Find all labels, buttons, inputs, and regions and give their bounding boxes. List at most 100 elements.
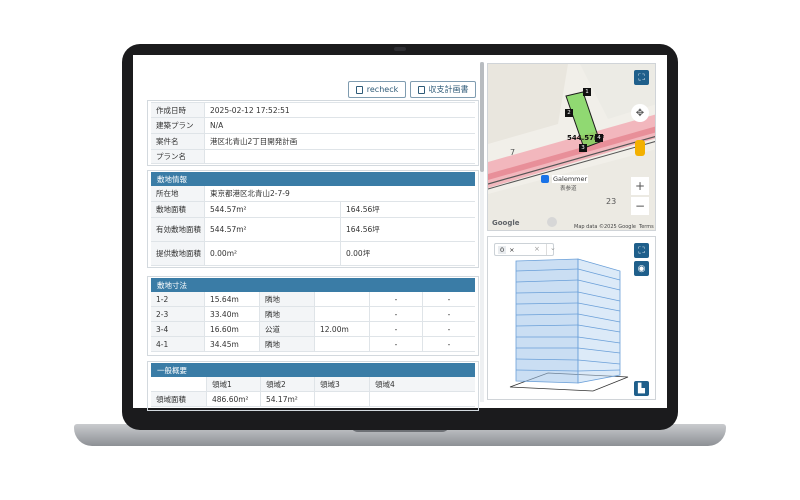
floor-chip: 0 bbox=[498, 245, 507, 254]
dim-col6: - bbox=[422, 292, 475, 306]
dim-width: 12.00m bbox=[314, 322, 369, 336]
dim-type: 隣地 bbox=[259, 307, 314, 321]
zoom-in-button[interactable]: + bbox=[631, 177, 649, 195]
provided-area-tsubo: 0.00坪 bbox=[340, 242, 475, 265]
general-summary-header: 一般概要 bbox=[151, 363, 475, 377]
map-pan-icon[interactable]: ✥ bbox=[631, 104, 649, 122]
site-dimensions-header: 敷地寸法 bbox=[151, 278, 475, 292]
region-area-value bbox=[314, 392, 369, 406]
zoom-out-button[interactable]: − bbox=[631, 197, 649, 215]
info-value bbox=[204, 150, 475, 163]
dim-length: 34.45m bbox=[204, 337, 259, 351]
dimension-row: 1-2 15.64m 隣地 - - bbox=[151, 292, 475, 307]
dim-col5: - bbox=[369, 322, 422, 336]
dim-type: 隣地 bbox=[259, 337, 314, 351]
document-search-icon bbox=[355, 85, 363, 94]
recheck-label: recheck bbox=[366, 85, 399, 94]
effective-area-label: 有効敷地面積 bbox=[151, 218, 204, 241]
dim-col5: - bbox=[369, 307, 422, 321]
chevron-down-icon[interactable]: ⌄ bbox=[550, 244, 556, 252]
map-view[interactable]: 7 23 544.57m² 1 2 3 4 Galemmer 表参道 ⛶ ✥ +… bbox=[487, 63, 656, 231]
info-label: 作成日時 bbox=[151, 103, 204, 117]
building-3d-viewer[interactable]: 0 × × ⌄ ⛶ ◉ ▙ bbox=[487, 236, 656, 400]
dim-width bbox=[314, 307, 369, 321]
site-area-label: 敷地面積 bbox=[151, 202, 204, 217]
budget-plan-button[interactable]: 収支計画書 bbox=[410, 81, 476, 98]
camera bbox=[394, 47, 406, 51]
info-row: プラン名 bbox=[151, 150, 475, 164]
address-label: 所在地 bbox=[151, 186, 204, 201]
dim-edge: 1-2 bbox=[151, 292, 204, 306]
scrollbar-thumb[interactable] bbox=[480, 62, 484, 172]
provided-area-label: 提供敷地面積 bbox=[151, 242, 204, 265]
address-value: 東京都港区北青山2-7-9 bbox=[204, 186, 475, 201]
provided-area-row: 提供敷地面積 0.00m² 0.00坪 bbox=[151, 242, 475, 266]
transit-icon bbox=[541, 175, 549, 183]
dim-length: 33.40m bbox=[204, 307, 259, 321]
dim-length: 15.64m bbox=[204, 292, 259, 306]
info-label: プラン名 bbox=[151, 150, 204, 163]
parcel-point-2[interactable]: 2 bbox=[565, 109, 573, 117]
info-value: N/A bbox=[204, 118, 475, 133]
document-icon bbox=[417, 85, 425, 94]
site-area-m2: 544.57m² bbox=[204, 202, 340, 217]
region-corner bbox=[151, 377, 206, 391]
viewer-fullscreen-icon[interactable]: ⛶ bbox=[634, 243, 649, 258]
dim-col6: - bbox=[422, 307, 475, 321]
dimension-row: 2-3 33.40m 隣地 - - bbox=[151, 307, 475, 322]
parcel-point-4[interactable]: 4 bbox=[595, 134, 603, 142]
info-row: 建築プラン N/A bbox=[151, 118, 475, 134]
dim-type: 隣地 bbox=[259, 292, 314, 306]
dim-edge: 4-1 bbox=[151, 337, 204, 351]
floor-select[interactable]: 0 × bbox=[494, 243, 554, 256]
address-row: 所在地 東京都港区北青山2-7-9 bbox=[151, 186, 475, 202]
info-label: 案件名 bbox=[151, 134, 204, 149]
region-area-value bbox=[369, 392, 475, 406]
region-area-value: 486.60m² bbox=[206, 392, 260, 406]
info-value: 2025-02-12 17:52:51 bbox=[204, 103, 475, 117]
select-divider bbox=[546, 244, 547, 255]
chip-remove-icon[interactable]: × bbox=[509, 246, 514, 254]
clear-select-icon[interactable]: × bbox=[534, 245, 540, 253]
dim-type: 公道 bbox=[259, 322, 314, 336]
recheck-button[interactable]: recheck bbox=[348, 81, 406, 98]
station-label: Galemmer bbox=[552, 175, 589, 183]
map-block-23: 23 bbox=[606, 197, 617, 206]
effective-area-row: 有効敷地面積 544.57m² 164.56坪 bbox=[151, 218, 475, 242]
map-terms-link[interactable]: Terms bbox=[639, 224, 654, 230]
street-view-pegman-icon[interactable] bbox=[635, 140, 645, 156]
effective-area-m2: 544.57m² bbox=[204, 218, 340, 241]
region-area-value: 54.17m² bbox=[260, 392, 314, 406]
dim-col5: - bbox=[369, 337, 422, 351]
region-header-row: 領域1 領域2 領域3 領域4 bbox=[151, 377, 475, 392]
google-logo: Google bbox=[492, 219, 520, 227]
region-header: 領域1 bbox=[206, 377, 260, 391]
region-header: 領域3 bbox=[314, 377, 369, 391]
region-area-label: 領域面積 bbox=[151, 392, 206, 406]
station-sublabel: 表参道 bbox=[560, 186, 577, 192]
building-model bbox=[509, 258, 629, 392]
dim-edge: 2-3 bbox=[151, 307, 204, 321]
site-area-tsubo: 164.56坪 bbox=[340, 202, 475, 217]
info-row: 案件名 港区北青山2丁目開発計画 bbox=[151, 134, 475, 150]
region-header: 領域4 bbox=[369, 377, 475, 391]
parcel-point-1[interactable]: 1 bbox=[583, 88, 591, 96]
site-info-header: 敷地情報 bbox=[151, 172, 475, 186]
dimension-row: 4-1 34.45m 隣地 - - bbox=[151, 337, 475, 352]
info-row: 作成日時 2025-02-12 17:52:51 bbox=[151, 102, 475, 118]
dim-col6: - bbox=[422, 337, 475, 351]
map-fullscreen-icon[interactable]: ⛶ bbox=[634, 70, 649, 85]
dim-edge: 3-4 bbox=[151, 322, 204, 336]
region-header: 領域2 bbox=[260, 377, 314, 391]
dim-length: 16.60m bbox=[204, 322, 259, 336]
info-label: 建築プラン bbox=[151, 118, 204, 133]
site-area-row: 敷地面積 544.57m² 164.56坪 bbox=[151, 202, 475, 218]
provided-area-m2: 0.00m² bbox=[204, 242, 340, 265]
map-block-7: 7 bbox=[510, 148, 516, 157]
budget-plan-label: 収支計画書 bbox=[428, 85, 469, 94]
dim-width bbox=[314, 337, 369, 351]
effective-area-tsubo: 164.56坪 bbox=[340, 218, 475, 241]
dim-width bbox=[314, 292, 369, 306]
dimension-row: 3-4 16.60m 公道 12.00m - - bbox=[151, 322, 475, 337]
parcel-point-3[interactable]: 3 bbox=[579, 144, 587, 152]
